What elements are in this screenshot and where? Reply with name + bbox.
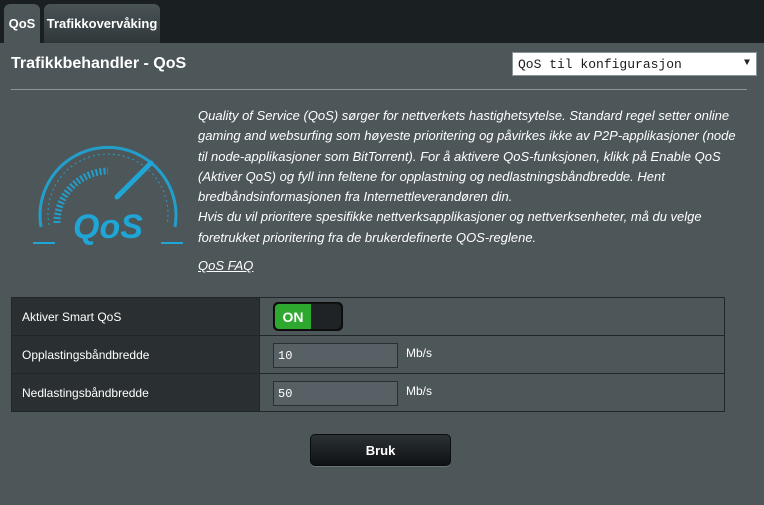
qos-settings-table: Aktiver Smart QoS ON Opplastingsbåndbred…: [11, 297, 725, 412]
table-row: Aktiver Smart QoS ON: [11, 297, 725, 336]
smart-qos-label: Aktiver Smart QoS: [11, 297, 260, 336]
qos-description: Quality of Service (QoS) sørger for nett…: [198, 108, 736, 245]
upload-unit: Mb/s: [406, 346, 433, 360]
toggle-knob: [311, 304, 341, 329]
dropdown-arrow-icon: ▼: [743, 58, 750, 69]
page-title: Trafikkbehandler - QoS: [11, 55, 187, 72]
table-row: Nedlastingsbåndbredde Mb/s: [11, 373, 725, 412]
download-bandwidth-input[interactable]: [273, 381, 398, 406]
qos-faq-link[interactable]: QoS FAQ: [198, 258, 253, 273]
smart-qos-toggle[interactable]: ON: [273, 302, 343, 331]
table-row: Opplastingsbåndbredde Mb/s: [11, 335, 725, 374]
main-panel: Trafikkbehandler - QoS QoS til konfigura…: [0, 43, 764, 505]
tab-bar: QoS Trafikkovervåking: [0, 0, 764, 43]
smart-qos-cell: ON: [259, 297, 725, 336]
apply-button[interactable]: Bruk: [310, 434, 451, 466]
upload-bandwidth-label: Opplastingsbåndbredde: [11, 335, 260, 374]
upload-bandwidth-input[interactable]: [273, 343, 398, 368]
title-divider: [11, 89, 747, 90]
tab-traffic-monitor[interactable]: Trafikkovervåking: [44, 4, 160, 43]
logo-text: QoS: [73, 208, 143, 245]
tab-qos[interactable]: QoS: [4, 4, 40, 43]
toggle-on-label: ON: [275, 304, 311, 329]
download-unit: Mb/s: [406, 384, 433, 398]
qos-config-select[interactable]: QoS til konfigurasjon ▼: [512, 52, 757, 76]
upload-bandwidth-cell: Mb/s: [259, 335, 725, 374]
download-bandwidth-label: Nedlastingsbåndbredde: [11, 373, 260, 412]
download-bandwidth-cell: Mb/s: [259, 373, 725, 412]
qos-speedometer-logo: QoS: [33, 145, 183, 245]
select-value: QoS til konfigurasjon: [518, 57, 682, 72]
